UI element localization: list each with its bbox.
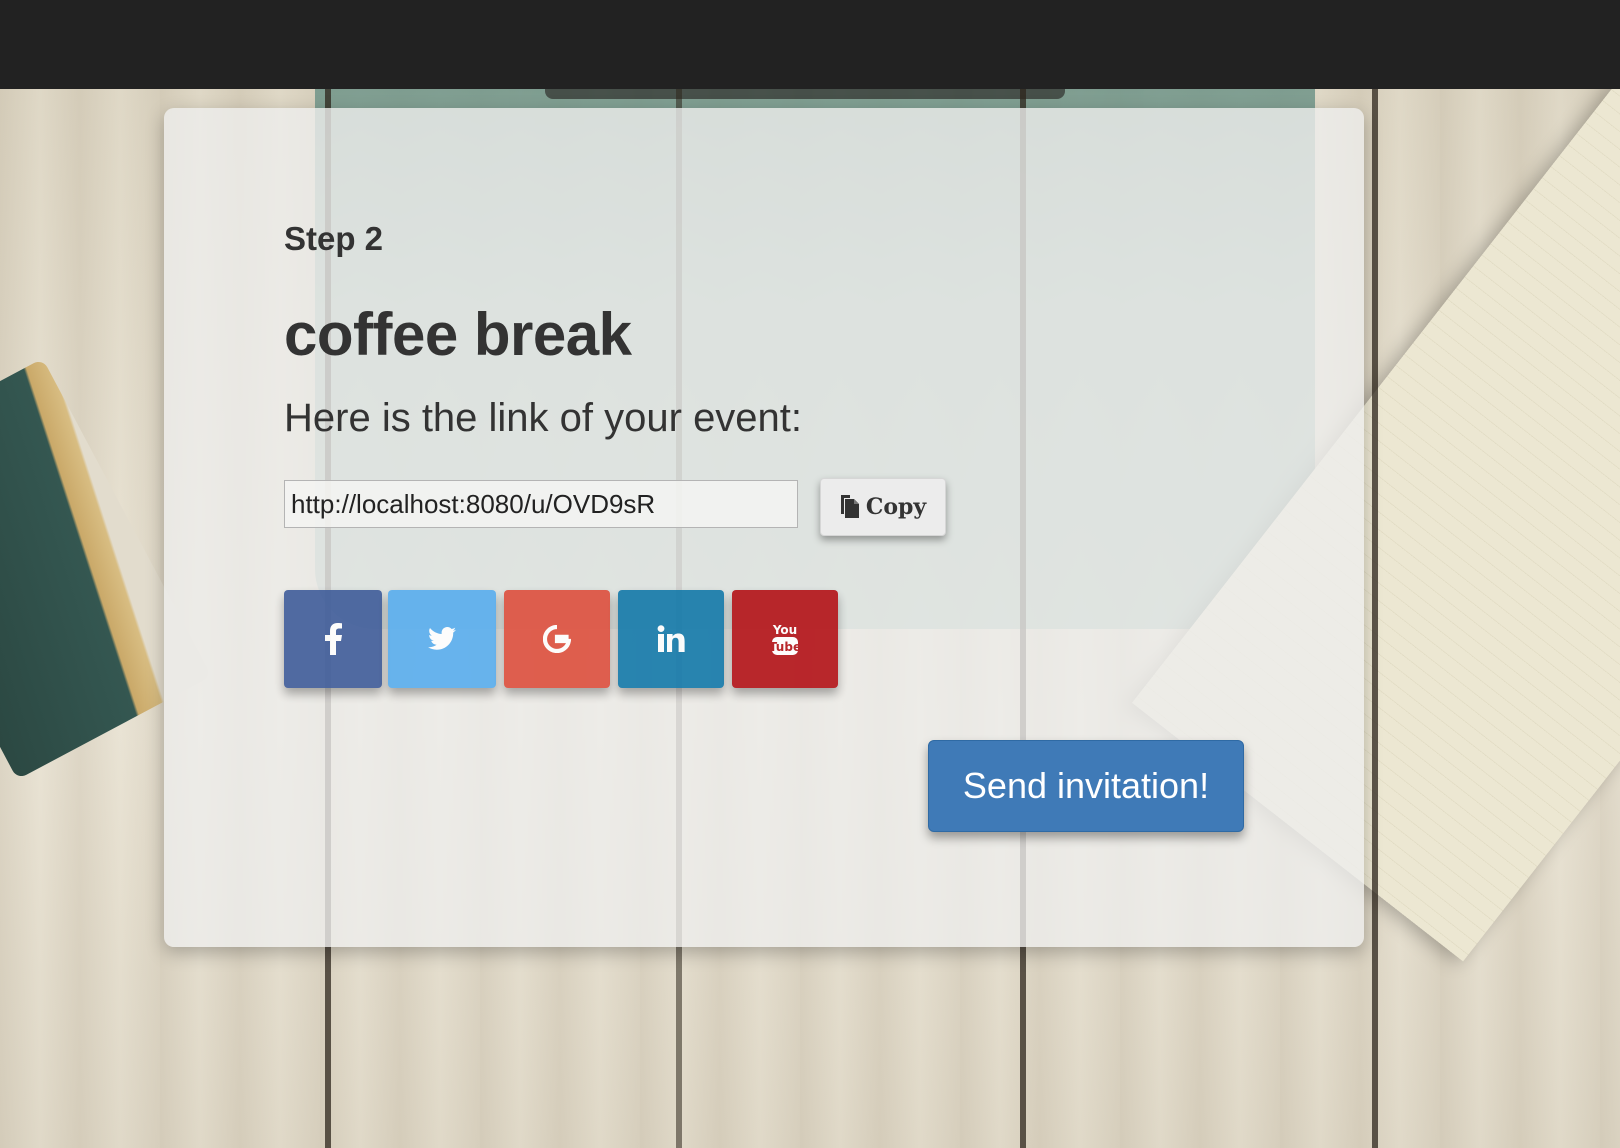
copy-button-label: Copy — [865, 494, 927, 520]
share-youtube-button[interactable]: You Tube — [732, 590, 838, 688]
share-facebook-button[interactable] — [284, 590, 382, 688]
youtube-icon: You Tube — [771, 622, 799, 656]
step-label: Step 2 — [284, 220, 384, 257]
google-icon — [543, 625, 571, 653]
svg-text:You: You — [772, 623, 797, 637]
share-linkedin-button[interactable] — [618, 590, 724, 688]
event-link-card: Step 2 coffee break Here is the link of … — [164, 108, 1364, 947]
clipboard-icon — [840, 495, 860, 519]
copy-button[interactable]: Copy — [820, 478, 946, 536]
linkedin-icon — [657, 625, 685, 653]
link-label: Here is the link of your event: — [284, 396, 803, 440]
share-twitter-button[interactable] — [388, 590, 496, 688]
event-title: coffee break — [284, 301, 632, 368]
top-navbar — [0, 0, 1620, 89]
twitter-icon — [428, 627, 456, 651]
share-google-button[interactable] — [504, 590, 610, 688]
facebook-icon — [324, 623, 342, 655]
event-link-input[interactable] — [284, 480, 798, 528]
send-invitation-button[interactable]: Send invitation! — [928, 740, 1244, 832]
svg-text:Tube: Tube — [771, 640, 799, 654]
